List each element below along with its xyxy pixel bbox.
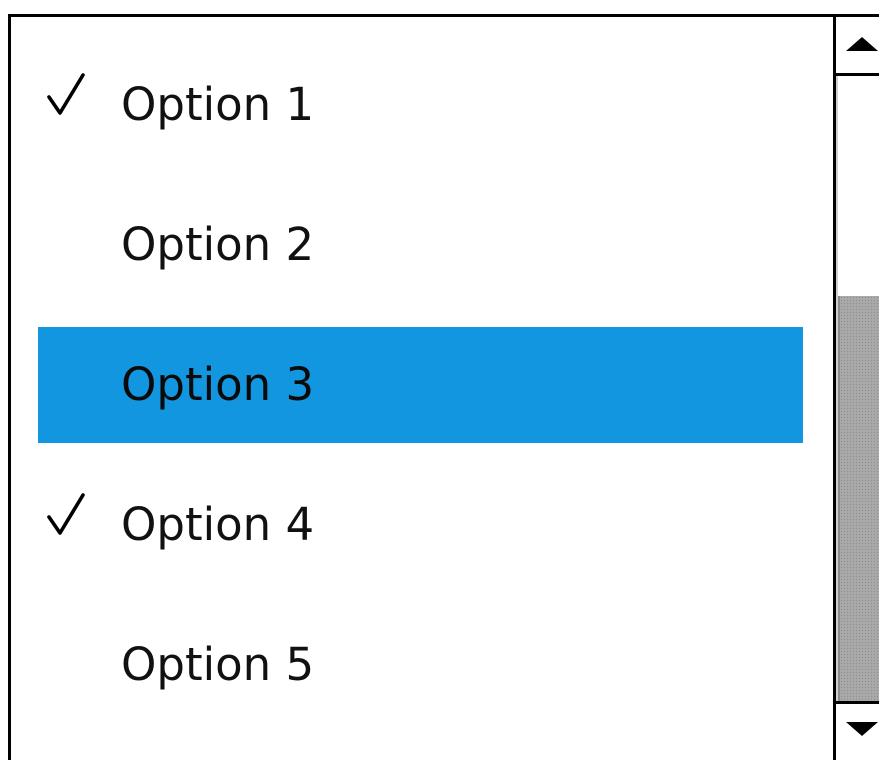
list-item-option-1[interactable]: Option 1 — [38, 47, 803, 163]
option-label: Option 1 — [121, 78, 315, 131]
option-label: Option 2 — [121, 218, 315, 271]
scroll-up-button[interactable] — [836, 17, 879, 76]
vertical-scrollbar[interactable] — [833, 17, 879, 760]
triangle-up-icon — [846, 37, 878, 51]
list-item-option-2[interactable]: Option 2 — [38, 187, 803, 303]
option-label: Option 4 — [121, 498, 315, 551]
option-listbox[interactable]: Option 1 Option 2 Option 3 Option 4 Opti… — [8, 14, 879, 760]
checkmark-icon — [46, 493, 86, 537]
list-item-option-5[interactable]: Option 5 — [38, 607, 803, 723]
scroll-down-button[interactable] — [836, 701, 879, 760]
scrollbar-thumb[interactable] — [838, 296, 879, 704]
option-label: Option 3 — [121, 358, 315, 411]
list-item-option-3[interactable]: Option 3 — [38, 327, 803, 443]
list-item-option-4[interactable]: Option 4 — [38, 467, 803, 583]
option-label: Option 5 — [121, 638, 315, 691]
triangle-down-icon — [846, 722, 878, 736]
checkmark-icon — [46, 73, 86, 117]
option-list: Option 1 Option 2 Option 3 Option 4 Opti… — [11, 17, 832, 760]
scrollbar-track[interactable] — [836, 76, 879, 704]
